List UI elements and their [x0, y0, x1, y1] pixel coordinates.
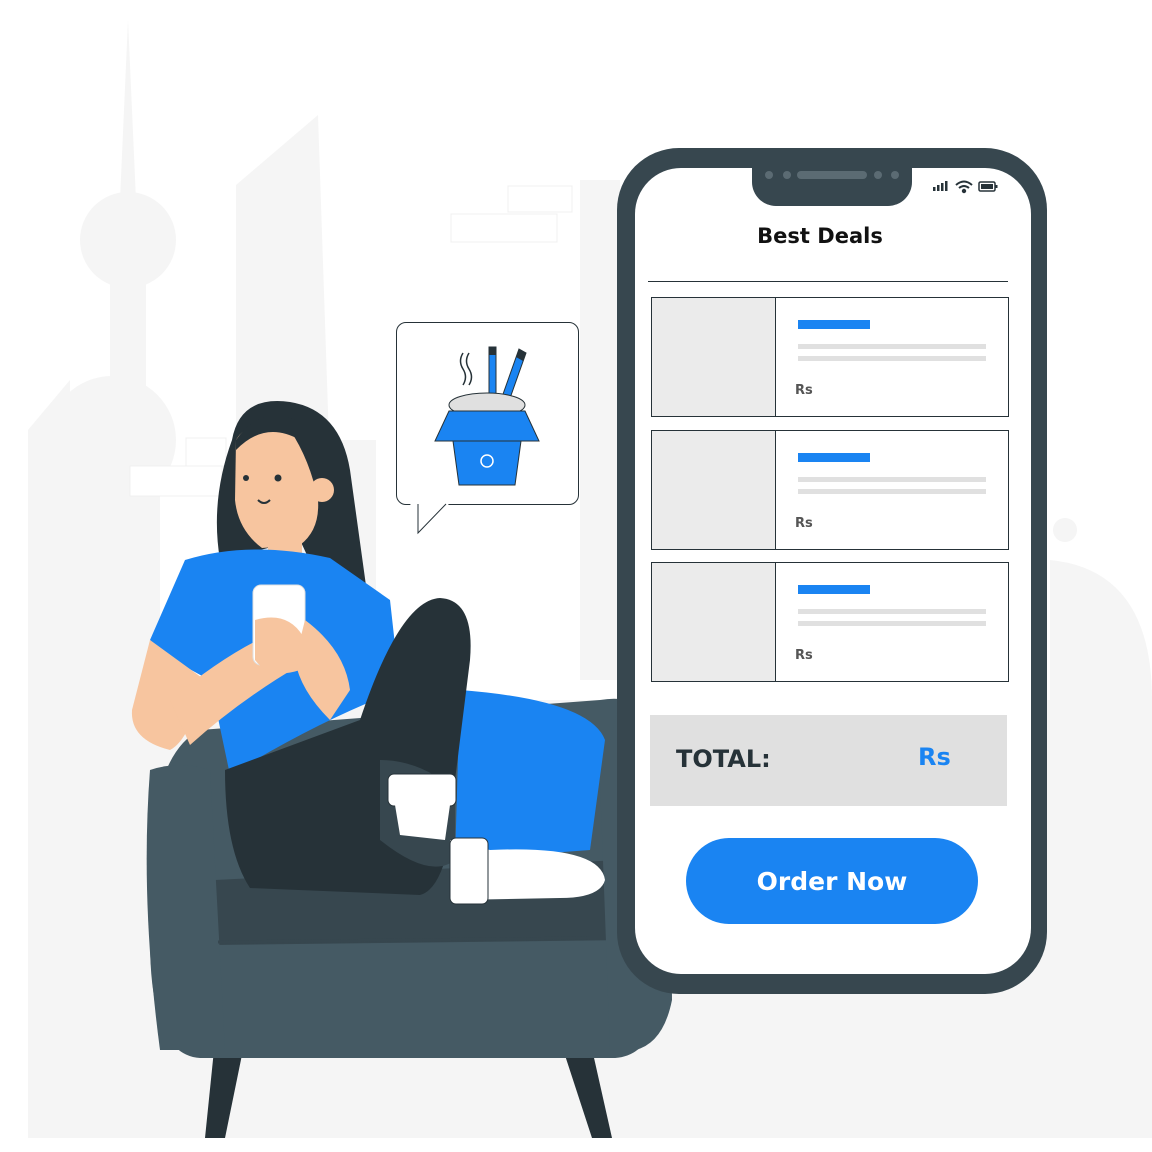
cellular-signal-icon	[933, 181, 948, 191]
deal-title-bar	[798, 585, 870, 594]
camera-dot	[765, 171, 773, 179]
floating-card	[185, 437, 227, 467]
deal-title-bar	[798, 320, 870, 329]
phone-speaker	[797, 171, 867, 179]
order-now-button[interactable]: Order Now	[686, 838, 978, 924]
deal-card[interactable]: Rs	[651, 430, 1009, 550]
deal-text-line	[798, 344, 986, 349]
deal-price: Rs	[795, 383, 813, 398]
deal-image-placeholder	[652, 431, 776, 549]
sock-cuff	[449, 837, 489, 905]
deal-image-placeholder	[652, 563, 776, 681]
speech-bubble	[396, 322, 579, 505]
total-label: TOTAL:	[676, 745, 771, 773]
floating-card	[450, 213, 558, 243]
deal-card[interactable]: Rs	[651, 562, 1009, 682]
battery-icon	[978, 181, 998, 192]
noodle-box-icon	[434, 346, 540, 486]
deal-text-line	[798, 489, 986, 494]
sock-cuff	[387, 773, 457, 807]
deal-text-line	[798, 609, 986, 614]
camera-dot	[891, 171, 899, 179]
deal-text-line	[798, 356, 986, 361]
deal-title-bar	[798, 453, 870, 462]
deal-text-line	[798, 477, 986, 482]
floating-card	[507, 185, 573, 213]
camera-dot	[874, 171, 882, 179]
deal-image-placeholder	[652, 298, 776, 416]
floating-card	[129, 465, 223, 497]
deal-card[interactable]: Rs	[651, 297, 1009, 417]
camera-dot	[783, 171, 791, 179]
status-bar	[933, 180, 998, 194]
speech-bubble-tail	[410, 503, 450, 535]
deal-price: Rs	[795, 648, 813, 663]
total-value: Rs	[918, 743, 951, 771]
dome-silhouette	[1050, 518, 1152, 830]
divider	[648, 281, 1008, 282]
page-title: Best Deals	[757, 224, 883, 248]
deal-text-line	[798, 621, 986, 626]
wifi-icon	[955, 180, 973, 194]
deal-price: Rs	[795, 516, 813, 531]
